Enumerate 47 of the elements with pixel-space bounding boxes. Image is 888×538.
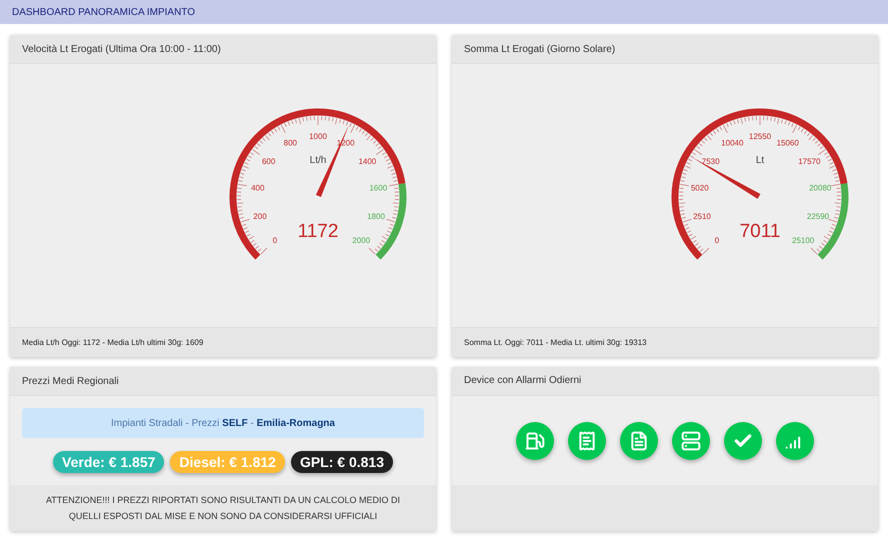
tick-label: 1800 — [367, 212, 385, 221]
price-badge: GPL: € 0.813 — [290, 451, 393, 473]
card-title: Velocità Lt Erogati (Ultima Ora 10:00 - 11:00) — [22, 44, 221, 54]
tick-label: 25100 — [792, 236, 814, 246]
receipt-icon — [577, 430, 597, 451]
gauge-value: 1172 — [298, 221, 338, 242]
tick-label: 12550 — [748, 132, 772, 141]
gauge-value: 7011 — [740, 221, 780, 242]
tick-label: 2000 — [352, 236, 370, 246]
document-icon — [629, 430, 649, 451]
tick-label: 20080 — [809, 183, 832, 192]
server-icon — [681, 430, 701, 451]
tick-label: 15060 — [776, 138, 799, 148]
page-title: DASHBOARD PANORAMICA IMPIANTO — [12, 6, 195, 18]
device-button[interactable] — [724, 422, 762, 460]
card-title: Prezzi Medi Regionali — [22, 376, 119, 386]
tick-label: 200 — [253, 212, 267, 221]
tick-label: 17570 — [798, 157, 820, 166]
device-button[interactable] — [672, 422, 710, 460]
tick-label: 5020 — [690, 183, 709, 192]
tick-label: 600 — [262, 157, 276, 166]
tick-label: 1400 — [358, 157, 376, 166]
tick-label: 400 — [251, 183, 264, 192]
unit-label: Lt — [756, 155, 764, 166]
gauge-summary: Media Lt/h Oggi: 1172 - Media Lt/h ultimi 30g: 1609 — [22, 338, 204, 347]
card-title: Device con Allarmi Odierni — [464, 375, 582, 386]
device-button[interactable] — [620, 422, 658, 460]
info-banner: Impianti Stradali - Prezzi SELF - Emilia-Romagna — [22, 408, 424, 438]
tick-label: 0 — [714, 236, 720, 246]
tick-label: 0 — [272, 236, 278, 246]
tick-label: 2510 — [693, 212, 711, 221]
price-badge: Diesel: € 1.812 — [170, 451, 285, 473]
price-badge: Verde: € 1.857 — [53, 451, 164, 473]
card-title: Somma Lt Erogati (Giorno Solare) — [464, 44, 616, 54]
device-button[interactable] — [776, 422, 814, 460]
tick-label: 1000 — [309, 132, 327, 141]
gauge-summary: Somma Lt. Oggi: 7011 - Media Lt. ultimi 30g: 19313 — [464, 338, 647, 347]
tick-label: 1600 — [369, 183, 388, 192]
disclaimer-text: ATTENZIONE!!! I PREZZI RIPORTATI SONO RISULTANTI DA UN CALCOLO MEDIO DI QUELLI ESPOSTI DAL MISE E NON SONO DA CONSIDERARSI UFFICIALI — [44, 494, 402, 523]
tick-label: 10040 — [721, 138, 744, 148]
tick-label: 22590 — [806, 212, 830, 221]
unit-label: Lt/h — [310, 155, 326, 166]
fuel-pump-icon — [525, 430, 545, 451]
device-button[interactable] — [516, 422, 554, 460]
tick-label: 800 — [284, 138, 297, 148]
tick-label: 7530 — [702, 157, 720, 166]
device-button[interactable] — [568, 422, 606, 460]
